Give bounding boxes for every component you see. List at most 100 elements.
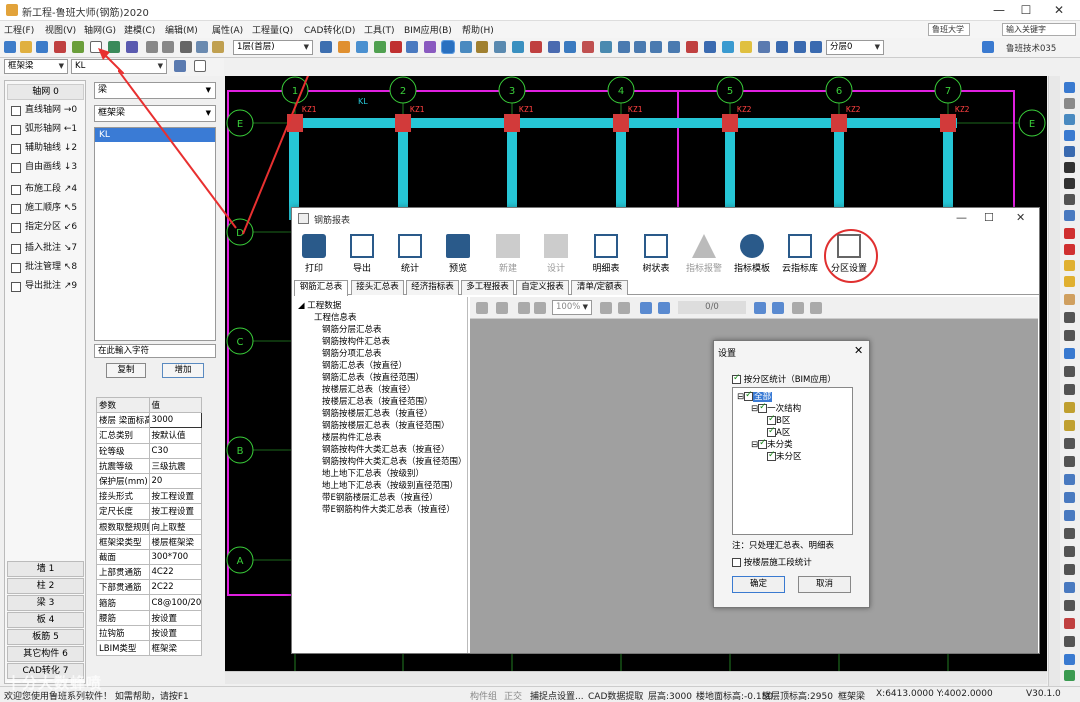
light-icon[interactable] xyxy=(740,41,752,53)
nav-assign-zone[interactable]: 指定分区 ↙6 xyxy=(11,219,85,236)
save-icon[interactable] xyxy=(36,41,48,53)
zoom-out-icon[interactable] xyxy=(534,302,546,314)
menu-cad[interactable]: CAD转化(D) xyxy=(304,23,355,36)
fit-page-icon[interactable] xyxy=(618,302,630,314)
tool-icon-7[interactable] xyxy=(460,41,472,53)
report-maximize-button[interactable]: ☐ xyxy=(984,211,994,224)
column[interactable] xyxy=(613,114,629,132)
tab-joint-summary[interactable]: 接头汇总表 xyxy=(351,280,404,295)
tool-icon[interactable] xyxy=(1064,402,1075,413)
nav-aux-axis[interactable]: 辅助轴线 ↓2 xyxy=(11,140,85,157)
tree-item[interactable]: 钢筋按楼层汇总表（按直径） xyxy=(322,407,433,419)
zoom-in-icon[interactable] xyxy=(618,41,630,53)
warning-icon[interactable] xyxy=(1064,228,1075,239)
component-name-input[interactable]: 在此輸入字符 xyxy=(94,344,216,358)
glasses-icon[interactable] xyxy=(1064,194,1075,205)
tool-icon-20[interactable] xyxy=(776,41,788,53)
undo-icon[interactable] xyxy=(146,41,158,53)
settings-icon[interactable] xyxy=(810,302,822,314)
vertical-scrollbar[interactable] xyxy=(1048,76,1060,686)
nav-beam[interactable]: 梁 3 xyxy=(7,595,84,611)
cloud-index-button[interactable]: 云指标库 xyxy=(778,234,822,274)
tree-item[interactable]: 带E钢筋楼层汇总表（按直径） xyxy=(322,491,438,503)
new-file-icon[interactable] xyxy=(4,41,16,53)
lock-icon[interactable] xyxy=(1064,260,1075,271)
layer-select[interactable]: 分层0 ▼ xyxy=(826,40,884,55)
tool-icon[interactable] xyxy=(1064,178,1075,189)
tool-icon[interactable] xyxy=(1064,130,1075,141)
tree-item[interactable]: 钢筋按楼层汇总表（按直径范围） xyxy=(322,419,450,431)
component-type-select[interactable]: 框架梁 ▼ xyxy=(4,59,68,74)
column[interactable] xyxy=(940,114,956,132)
tree-item[interactable]: 钢筋按构件大类汇总表（按直径范围） xyxy=(322,455,467,467)
status-snap[interactable]: 捕捉点设置... xyxy=(530,689,584,702)
tool-icon[interactable] xyxy=(1064,618,1075,629)
tree-item[interactable]: 钢筋汇总表（按直径） xyxy=(322,359,407,371)
tree-table-button[interactable]: 树状表 xyxy=(634,234,678,274)
grid-icon[interactable] xyxy=(1064,210,1075,221)
layer-icon[interactable] xyxy=(1064,98,1075,109)
menu-project[interactable]: 工程(F) xyxy=(4,23,34,36)
copy-icon[interactable] xyxy=(476,302,488,314)
menu-edit[interactable]: 编辑(M) xyxy=(165,23,198,36)
nav-straight-axis[interactable]: 直线轴网 →0 xyxy=(11,102,85,119)
nav-wall[interactable]: 墙 1 xyxy=(7,561,84,577)
add-button[interactable]: 增加 xyxy=(162,363,204,378)
zoom-extent-icon[interactable] xyxy=(668,41,680,53)
menu-quantity[interactable]: 工程量(Q) xyxy=(252,23,293,36)
tag-icon[interactable] xyxy=(1064,294,1075,305)
undo-history-icon[interactable] xyxy=(54,41,66,53)
dialog-close-button[interactable]: ✕ xyxy=(854,344,863,357)
tree-item[interactable]: 楼层构件汇总表 xyxy=(322,431,382,443)
tool-icon[interactable] xyxy=(1064,146,1075,157)
tool-icon-19[interactable] xyxy=(758,41,770,53)
tree-item[interactable]: 钢筋按构件汇总表 xyxy=(322,335,390,347)
tool-icon-15[interactable] xyxy=(600,41,612,53)
prev-page-icon[interactable] xyxy=(658,302,670,314)
tool-icon-1[interactable] xyxy=(320,41,332,53)
tool-icon-5[interactable] xyxy=(406,41,418,53)
nav-construction-order[interactable]: 施工顺序 ↖5 xyxy=(11,200,85,217)
select-icon[interactable] xyxy=(441,40,455,54)
tool-icon-21[interactable] xyxy=(794,41,806,53)
tool-icon[interactable] xyxy=(1064,654,1075,665)
close-button[interactable]: ✕ xyxy=(1046,2,1072,18)
nav-axis-header[interactable]: 轴网 0 xyxy=(7,84,84,100)
nav-insert-note[interactable]: 插入批注 ↘7 xyxy=(11,240,85,257)
tool-icon-17[interactable] xyxy=(704,41,716,53)
tool-icon-4[interactable] xyxy=(374,41,386,53)
search-input[interactable]: 输入关键字 xyxy=(1002,23,1076,36)
floor-select[interactable]: 1层(首层) ▼ xyxy=(233,40,313,55)
tab-rebar-summary[interactable]: 钢筋汇总表 xyxy=(294,280,348,296)
nav-slab-rebar[interactable]: 板筋 5 xyxy=(7,629,84,645)
index-alarm-button[interactable]: 指标报警 xyxy=(682,234,726,274)
minimize-button[interactable]: — xyxy=(986,2,1012,18)
tool-icon[interactable] xyxy=(1064,600,1075,611)
tool-icon[interactable] xyxy=(1064,582,1075,593)
tool-icon-6[interactable] xyxy=(424,41,436,53)
column[interactable] xyxy=(504,114,520,132)
tool-icon[interactable] xyxy=(1064,564,1075,575)
tab-multi-project[interactable]: 多工程报表 xyxy=(461,280,514,295)
menu-axis[interactable]: 轴网(G) xyxy=(84,23,116,36)
help-icon[interactable] xyxy=(982,41,994,53)
tool-icon-11[interactable] xyxy=(530,41,542,53)
last-page-icon[interactable] xyxy=(772,302,784,314)
tree-node-b-zone[interactable]: B区 xyxy=(767,414,790,426)
tool-icon[interactable] xyxy=(1064,114,1075,125)
status-ortho[interactable]: 正交 xyxy=(504,689,522,702)
first-page-icon[interactable] xyxy=(640,302,652,314)
tool-icon-8[interactable] xyxy=(476,41,488,53)
tool-icon-14[interactable] xyxy=(582,41,594,53)
tree-item[interactable]: 钢筋汇总表（按直径范围） xyxy=(322,371,424,383)
fit-width-icon[interactable] xyxy=(600,302,612,314)
mirror-icon[interactable] xyxy=(1064,384,1075,395)
tree-item[interactable]: 工程信息表 xyxy=(314,311,357,323)
menu-attribute[interactable]: 属性(A) xyxy=(212,23,243,36)
column[interactable] xyxy=(722,114,738,132)
nav-note-manage[interactable]: 批注管理 ↖8 xyxy=(11,259,85,276)
tree-root[interactable]: ◢ 工程数据 xyxy=(298,299,341,311)
tool-icon-3[interactable] xyxy=(356,41,368,53)
tool-icon[interactable] xyxy=(1064,546,1075,557)
zoom-select[interactable]: 100% ▼ xyxy=(552,300,592,315)
